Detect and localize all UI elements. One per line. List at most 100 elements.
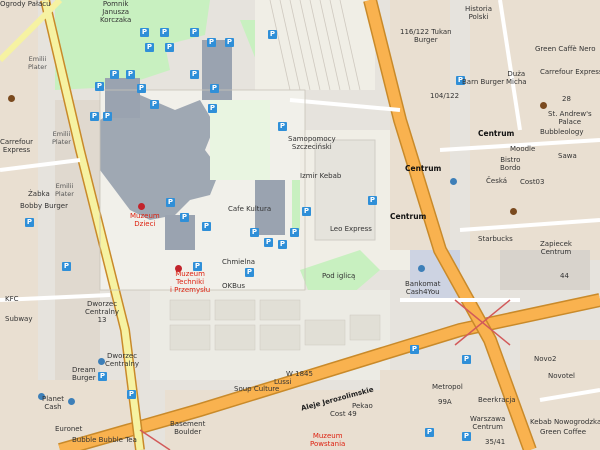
map-label: Lussi xyxy=(274,378,292,386)
map-label: 116/122 Tukan Burger xyxy=(400,28,452,44)
map-label: Bubble Bubble Tea xyxy=(72,436,137,444)
map-label: Planet Cash xyxy=(42,395,64,411)
bus-stop-icon xyxy=(450,178,457,185)
parking-icon: P xyxy=(264,238,273,247)
map-label: Novotel xyxy=(548,372,575,380)
map-label: Zapiecek Centrum xyxy=(540,240,572,256)
map-label: 35/41 xyxy=(485,438,506,446)
map-label: Żabka xyxy=(28,190,50,198)
map-label: Subway xyxy=(5,315,33,323)
parking-icon: P xyxy=(462,432,471,441)
parking-icon: P xyxy=(95,82,104,91)
map-label: Duża Micha xyxy=(506,70,527,86)
map-label: Metropol xyxy=(432,383,463,391)
map-label: 28 xyxy=(562,95,571,103)
map-label: Basement Boulder xyxy=(170,420,206,436)
parking-icon: P xyxy=(126,70,135,79)
map-label: Izmir Kebab xyxy=(300,172,342,180)
parking-icon: P xyxy=(190,70,199,79)
map-label: Euronet xyxy=(55,425,83,433)
map-label: Moodle xyxy=(510,145,536,153)
info-icon xyxy=(98,358,105,365)
parking-icon: P xyxy=(127,390,136,399)
map-label: Chmielna xyxy=(222,258,256,266)
parking-icon: P xyxy=(250,228,259,237)
map-label: Kebab Nowogrodzka xyxy=(530,418,600,426)
map-label: Bobby Burger xyxy=(20,202,68,210)
map-label: Leo Express xyxy=(330,225,372,233)
map-label: Barn Burger xyxy=(462,78,505,86)
parking-icon: P xyxy=(180,213,189,222)
bus-stop-icon xyxy=(418,265,425,272)
map-label: Beerkracja xyxy=(478,396,516,404)
map-label: Cost03 xyxy=(520,178,545,186)
restaurant-icon xyxy=(510,208,517,215)
parking-icon: P xyxy=(225,38,234,47)
parking-icon: P xyxy=(208,104,217,113)
map-label: Sawa xyxy=(558,152,577,160)
map-label: Starbucks xyxy=(478,235,513,243)
cafe-icon xyxy=(8,95,15,102)
street-label: Emilii Plater xyxy=(28,55,47,71)
map-label: Pekao xyxy=(352,402,373,410)
museum-label: Muzeum Techniki i Przemysłu xyxy=(170,270,211,294)
parking-icon: P xyxy=(210,84,219,93)
map-label: OKBus xyxy=(222,282,245,290)
museum-label: Muzeum Dzieci xyxy=(130,212,160,228)
map-label: Carrefour Express xyxy=(540,68,600,76)
museum-icon xyxy=(138,203,145,210)
parking-icon: P xyxy=(410,345,419,354)
parking-icon: P xyxy=(278,122,287,131)
map-label: Cost 49 xyxy=(330,410,357,418)
map-label: 44 xyxy=(560,272,569,280)
info-icon xyxy=(68,398,75,405)
parking-icon: P xyxy=(150,100,159,109)
map-label: Dworzec Centralny xyxy=(105,352,140,368)
parking-icon: P xyxy=(98,372,107,381)
parking-icon: P xyxy=(90,112,99,121)
parking-icon: P xyxy=(160,28,169,37)
street-label: Emilii Plater xyxy=(52,130,71,146)
map-label: Dream Burger xyxy=(72,366,96,382)
parking-icon: P xyxy=(110,70,119,79)
map-base-layer xyxy=(0,0,600,450)
map-label: Česká xyxy=(486,177,508,185)
parking-icon: P xyxy=(62,262,71,271)
station-label: Centrum xyxy=(478,129,515,138)
museum-label: Muzeum Powstania xyxy=(310,432,346,448)
parking-icon: P xyxy=(166,198,175,207)
map-label: Soup Culture xyxy=(234,385,280,393)
parking-icon: P xyxy=(207,38,216,47)
map-label: Warszawa Centrum xyxy=(470,415,506,431)
parking-icon: P xyxy=(290,228,299,237)
map-label: St. Andrew's Palace xyxy=(548,110,592,126)
map-label: Green Caffè Nero xyxy=(535,45,596,53)
parking-icon: P xyxy=(268,30,277,39)
parking-icon: P xyxy=(302,207,311,216)
map-label: Bubbleology xyxy=(540,128,584,136)
parking-icon: P xyxy=(202,222,211,231)
map-label: Samopomocy Szczeciński xyxy=(288,135,336,151)
parking-icon: P xyxy=(25,218,34,227)
map-label: Cafe Kultura xyxy=(228,205,272,213)
map-label: Carrefour Express xyxy=(0,138,34,154)
parking-icon: P xyxy=(368,196,377,205)
parking-icon: P xyxy=(425,428,434,437)
map-label: KFC xyxy=(5,295,19,303)
parking-icon: P xyxy=(137,84,146,93)
parking-icon: P xyxy=(278,240,287,249)
map-label: Historia Polski xyxy=(465,5,492,21)
parking-icon: P xyxy=(103,112,112,121)
map-canvas[interactable]: P P P P P P P P P P P P P P P P P P P P … xyxy=(0,0,600,450)
map-label: W 1845 xyxy=(286,370,313,378)
parking-icon: P xyxy=(245,268,254,277)
station-label: Centrum xyxy=(390,212,427,221)
map-label: Bankomat Cash4You xyxy=(405,280,441,296)
map-label: Green Coffee xyxy=(540,428,587,436)
map-label: 104/122 xyxy=(430,92,460,100)
map-label: Ogrody Pałacu xyxy=(0,0,51,8)
restaurant-icon xyxy=(540,102,547,109)
parking-icon: P xyxy=(145,43,154,52)
parking-icon: P xyxy=(140,28,149,37)
parking-icon: P xyxy=(462,355,471,364)
